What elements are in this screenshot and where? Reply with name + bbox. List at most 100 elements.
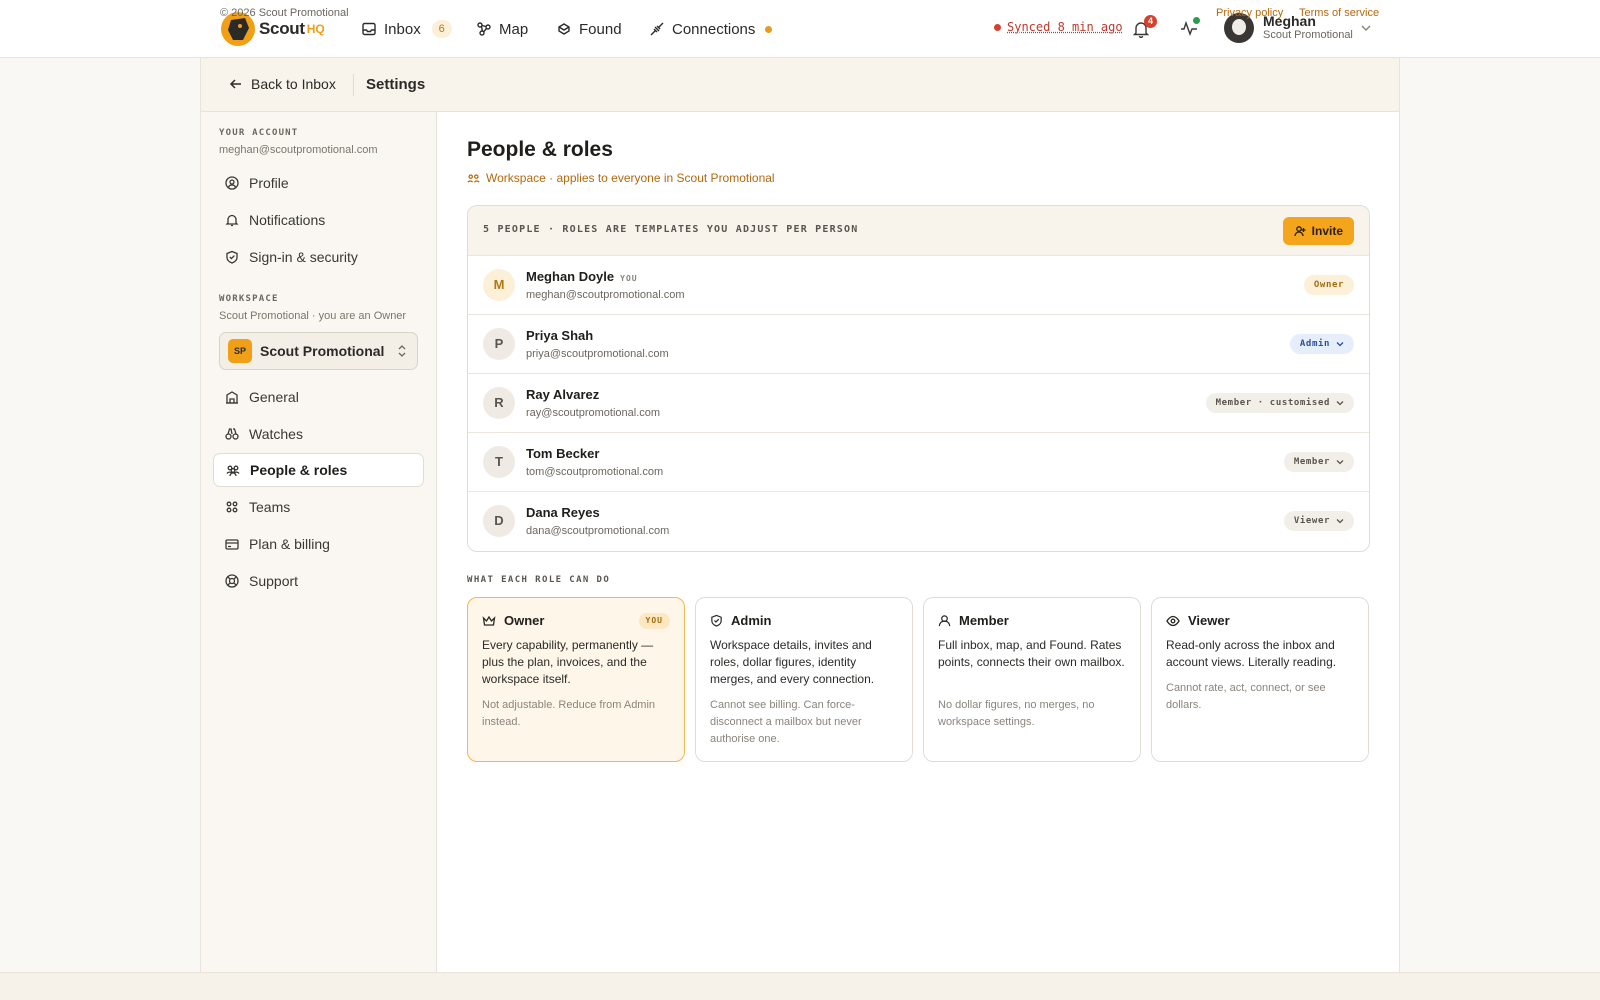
person-name-text: Meghan Doyle [526, 269, 615, 284]
workspace-section-label: WORKSPACE [219, 294, 279, 304]
notification-count-badge: 4 [1144, 15, 1157, 28]
sidebar-item-watches[interactable]: Watches [213, 417, 424, 451]
sidebar-item-label: Profile [249, 175, 289, 191]
people-icon [226, 463, 240, 477]
chevron-down-icon [1336, 400, 1344, 406]
nav-inbox[interactable]: Inbox 6 [361, 0, 452, 58]
role-name: Admin [731, 613, 772, 628]
role-name: Viewer [1188, 613, 1230, 628]
sidebar-item-label: Teams [249, 499, 291, 515]
subbar-divider [353, 74, 354, 96]
sidebar-item-label: General [249, 389, 299, 405]
role-select-admin[interactable]: Admin [1289, 334, 1354, 354]
chevron-updown-icon [397, 344, 407, 358]
role-label: Owner [1313, 280, 1344, 290]
sidebar-item-general[interactable]: General [213, 380, 424, 414]
workspace-switcher[interactable]: SP Scout Promotional [219, 332, 418, 370]
footer-copyright: © 2026 Scout Promotional [220, 7, 349, 19]
sidebar-item-teams[interactable]: Teams [213, 490, 424, 524]
sidebar-item-profile[interactable]: Profile [213, 166, 424, 200]
person-email: ray@scoutpromotional.com [526, 407, 661, 419]
activity-status-dot [1193, 17, 1200, 24]
back-label: Back to Inbox [251, 76, 336, 92]
map-icon [476, 21, 492, 37]
role-card-member: Member Full inbox, map, and Found. Rates… [923, 597, 1141, 762]
found-icon [556, 21, 572, 37]
role-name: Member [959, 613, 1009, 628]
sidebar-item-label: Notifications [249, 212, 326, 228]
sidebar-item-label: Support [249, 573, 299, 589]
people-list-header: 5 PEOPLE · ROLES ARE TEMPLATES YOU ADJUS… [468, 206, 1369, 256]
people-list-card: 5 PEOPLE · ROLES ARE TEMPLATES YOU ADJUS… [467, 205, 1370, 552]
role-select-member-customised[interactable]: Member · customised [1205, 393, 1354, 413]
invite-button[interactable]: Invite [1282, 217, 1354, 245]
sidebar-item-label: Watches [249, 426, 303, 442]
avatar: R [483, 387, 515, 419]
scope-note: Workspace · applies to everyone in Scout… [467, 171, 775, 185]
role-card-owner: Owner YOU Every capability, permanently … [467, 597, 685, 762]
role-description: Full inbox, map, and Found. Rates points… [938, 638, 1125, 669]
you-tag: YOU [620, 274, 638, 283]
scope-text: Workspace · applies to everyone in Scout… [486, 171, 775, 185]
role-label: Admin [1299, 339, 1330, 349]
you-tag: YOU [638, 613, 670, 629]
bell-icon [225, 213, 239, 227]
nav-inbox-label: Inbox [384, 20, 421, 38]
shield-icon [225, 250, 239, 264]
card-icon [225, 537, 239, 551]
role-card-title: Member [938, 613, 1009, 628]
chevron-down-icon [1336, 459, 1344, 465]
role-label: Member · customised [1215, 398, 1330, 408]
role-card-title: Owner [482, 613, 544, 628]
chevron-down-icon [1336, 341, 1344, 347]
sidebar-item-label: Sign-in & security [249, 249, 358, 265]
sync-status-text: Synced 8 min ago [1007, 20, 1123, 34]
table-row: T Tom Becker tom@scoutpromotional.com Me… [468, 433, 1369, 492]
sidebar-item-support[interactable]: Support [213, 564, 424, 598]
footer [0, 972, 1600, 1000]
privacy-policy-link[interactable]: Privacy policy [1216, 7, 1283, 19]
nav-map[interactable]: Map [476, 0, 528, 58]
user-icon [938, 614, 951, 627]
page-title: People & roles [467, 138, 613, 161]
role-note: Cannot see billing. Can force-disconnect… [710, 699, 862, 745]
role-note: No dollar figures, no merges, no workspa… [938, 699, 1095, 728]
avatar: T [483, 446, 515, 478]
crown-icon [482, 615, 496, 627]
chevron-down-icon [1336, 518, 1344, 524]
person-name: Priya Shah [526, 328, 594, 343]
sidebar-item-people-roles[interactable]: People & roles [213, 453, 424, 487]
nav-connections[interactable]: Connections [649, 0, 773, 58]
avatar: M [483, 269, 515, 301]
sync-status[interactable]: Synced 8 min ago [994, 20, 1123, 34]
role-select-member[interactable]: Member [1283, 452, 1354, 472]
role-description: Read-only across the inbox and account v… [1166, 638, 1337, 669]
nav-found[interactable]: Found [556, 0, 622, 58]
role-select-viewer[interactable]: Viewer [1283, 511, 1354, 531]
person-name: Meghan Doyle YOU [526, 269, 638, 284]
arrow-left-icon [229, 77, 243, 91]
sidebar-item-billing[interactable]: Plan & billing [213, 527, 424, 561]
chevron-down-icon[interactable] [1360, 24, 1372, 32]
account-email: meghan@scoutpromotional.com [219, 144, 378, 156]
page-section-title: Settings [366, 76, 426, 93]
role-label: Viewer [1293, 516, 1330, 526]
sidebar-item-label: Plan & billing [249, 536, 330, 552]
table-row: R Ray Alvarez ray@scoutpromotional.com M… [468, 374, 1369, 433]
role-note: Cannot rate, act, connect, or see dollar… [1166, 682, 1326, 711]
workspace-name: Scout Promotional [260, 343, 385, 359]
person-email: dana@scoutpromotional.com [526, 525, 670, 537]
people-count-note: 5 PEOPLE · ROLES ARE TEMPLATES YOU ADJUS… [483, 224, 859, 235]
role-card-title: Admin [710, 613, 771, 628]
role-card-viewer: Viewer Read-only across the inbox and ac… [1151, 597, 1369, 762]
binoculars-icon [225, 427, 239, 441]
inbox-icon [361, 21, 377, 37]
back-to-inbox-link[interactable]: Back to Inbox [229, 76, 336, 92]
sidebar-item-security[interactable]: Sign-in & security [213, 240, 424, 274]
sidebar-item-notifications[interactable]: Notifications [213, 203, 424, 237]
user-plus-icon [1294, 225, 1306, 237]
avatar: D [483, 505, 515, 537]
connections-status-dot [765, 25, 773, 33]
people-icon [467, 172, 480, 185]
terms-of-service-link[interactable]: Terms of service [1299, 7, 1379, 19]
